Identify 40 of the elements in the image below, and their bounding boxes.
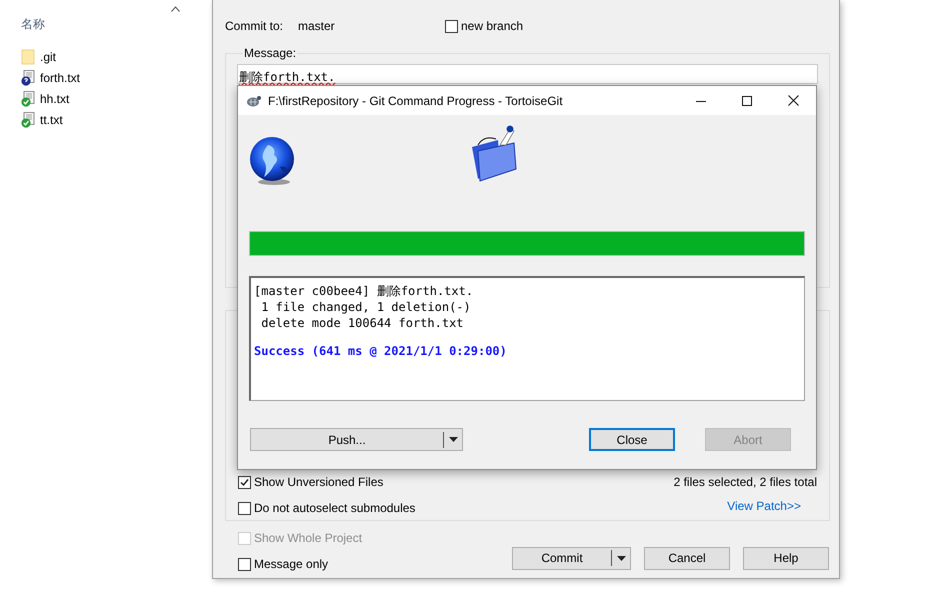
checkbox-label: Show Whole Project: [254, 530, 362, 547]
checkbox[interactable]: [238, 558, 251, 570]
file-item[interactable]: .git: [21, 46, 56, 67]
folder-icon: [21, 48, 35, 64]
commit-to-label: Commit to:: [225, 18, 284, 35]
file-item[interactable]: tt.txt: [21, 109, 63, 130]
caret-icon: [616, 556, 626, 560]
caret-icon: [448, 437, 458, 442]
checkbox-label: Show Unversioned Files: [254, 474, 384, 491]
checkbox[interactable]: [238, 502, 251, 514]
log-line: delete mode 100644 forth.txt: [260, 315, 465, 331]
checkbox-label: new branch: [461, 18, 524, 35]
versioned-file-icon: [21, 112, 35, 128]
branch-name: master: [298, 18, 336, 35]
dialog-button[interactable]: Help: [743, 546, 829, 570]
maximize-icon: [742, 96, 752, 106]
group-label: Message:: [243, 45, 298, 62]
files-status: 2 files selected, 2 files total: [674, 474, 817, 491]
split-button[interactable]: Push...: [250, 428, 463, 451]
log-line: [master c00bee4] 删除forth.txt.: [254, 283, 474, 299]
split-button[interactable]: Commit: [512, 546, 631, 570]
sort-up-icon: [171, 6, 180, 12]
log-line: 1 file changed, 1 deletion(-): [260, 299, 472, 315]
message-field[interactable]: 删除forth.txt.: [237, 64, 818, 84]
checkbox-label: Message only: [254, 556, 328, 573]
success-line: Success (641 ms @ 2021/1/1 0:29:00): [254, 343, 508, 359]
view-patch-link[interactable]: View Patch>>: [727, 497, 801, 515]
turtle-icon: [246, 94, 262, 108]
unversioned-file-icon: [21, 70, 35, 86]
close-icon: [788, 95, 798, 106]
file-item[interactable]: hh.txt: [21, 88, 70, 109]
dialog-button[interactable]: Close: [589, 428, 675, 451]
column-header[interactable]: 名称: [21, 15, 45, 33]
checkbox-label: Do not autoselect submodules: [254, 500, 416, 517]
window-title: F:\firstRepository - Git Command Progress - TortoiseGit: [268, 92, 564, 110]
file-item[interactable]: forth.txt: [21, 67, 80, 88]
checkbox[interactable]: [445, 20, 458, 32]
versioned-file-icon: [21, 90, 35, 106]
checkbox[interactable]: [238, 476, 251, 488]
dialog-button[interactable]: Cancel: [644, 546, 730, 570]
